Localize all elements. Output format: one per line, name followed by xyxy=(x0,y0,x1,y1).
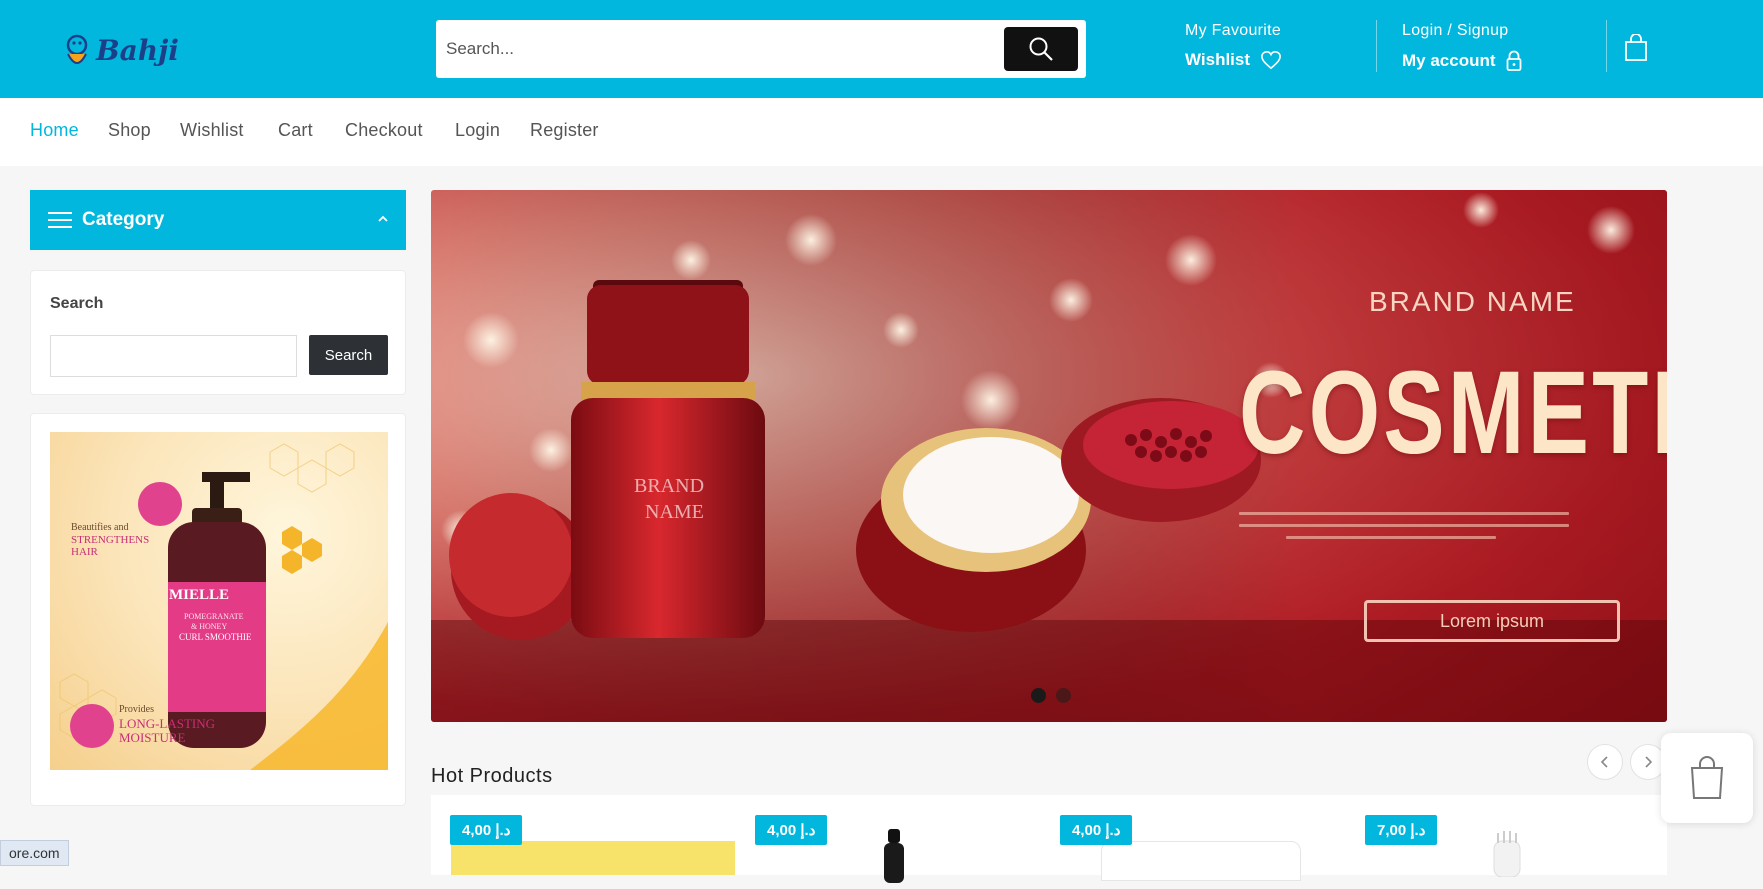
logo-text: Bahji xyxy=(96,33,179,67)
product-image xyxy=(1493,831,1521,877)
category-label: Category xyxy=(82,209,165,230)
nav-item-register[interactable]: Register xyxy=(530,120,599,141)
price-badge: 4,00 د.إ xyxy=(755,815,828,845)
account-link[interactable]: Login / Signup My account xyxy=(1402,22,1522,72)
bottle-label-line2: NAME xyxy=(645,501,704,523)
nav-item-home[interactable]: Home xyxy=(30,120,79,141)
chevron-up-icon xyxy=(378,215,388,222)
promo-provides: Provides xyxy=(119,704,154,715)
promo-line1: Beautifies and xyxy=(71,522,129,533)
lock-icon xyxy=(1506,50,1521,71)
slider-dot-2[interactable] xyxy=(1056,688,1071,703)
my-account-label: My account xyxy=(1402,51,1496,70)
promo-bottom2: MOISTURE xyxy=(119,730,186,745)
promo-product-line2: & HONEY xyxy=(191,622,228,631)
product-image xyxy=(451,841,735,875)
main-nav: Home Shop Wishlist Cart Checkout Login R… xyxy=(0,98,1763,166)
chevron-left-icon xyxy=(1600,756,1608,768)
favourite-label: My Favourite xyxy=(1185,22,1282,39)
hot-products-row: 4,00 د.إ 4,00 د.إ 4,00 د.إ 7,00 د.إ xyxy=(431,795,1667,883)
menu-icon xyxy=(48,212,72,228)
header-divider xyxy=(1376,20,1377,72)
slider-dot-1[interactable] xyxy=(1031,688,1046,703)
shopping-bag-icon xyxy=(1690,756,1724,799)
nav-item-login[interactable]: Login xyxy=(455,120,500,141)
nav-item-checkout[interactable]: Checkout xyxy=(345,120,423,141)
site-logo[interactable]: Bahji xyxy=(62,30,179,70)
product-image xyxy=(884,829,904,883)
product-image xyxy=(1101,841,1301,881)
price-badge: 7,00 د.إ xyxy=(1365,815,1438,845)
sidebar-search-widget: Search Search xyxy=(30,270,406,395)
category-toggle[interactable]: Category xyxy=(30,190,406,250)
promo-line2: STRENGTHENS xyxy=(71,534,150,546)
status-bar-url: ore.com xyxy=(0,840,69,866)
nav-item-shop[interactable]: Shop xyxy=(108,120,151,141)
sidebar-search-title: Search xyxy=(50,295,104,312)
promo-product-line3: CURL SMOOTHIE xyxy=(179,632,252,642)
hero-cta-button[interactable]: Lorem ipsum xyxy=(1364,600,1620,642)
bottle-label-line1: BRAND xyxy=(634,475,705,497)
logo-mascot-icon xyxy=(66,34,88,64)
promo-product-line1: POMEGRANATE xyxy=(184,612,244,621)
heart-icon xyxy=(1261,50,1281,70)
chevron-right-icon xyxy=(1645,756,1653,768)
hero-brand-text: BRAND NAME xyxy=(1369,286,1576,317)
header-search-input[interactable] xyxy=(446,28,1006,70)
sidebar-search-input[interactable] xyxy=(50,335,297,377)
header-cart-button[interactable] xyxy=(1624,33,1648,66)
promo-line3: HAIR xyxy=(71,546,98,558)
promo-brand: MIELLE xyxy=(169,587,230,603)
wishlist-link[interactable]: My Favourite Wishlist xyxy=(1185,22,1282,70)
hot-products-title: Hot Products xyxy=(431,765,553,787)
floating-cart-button[interactable] xyxy=(1661,733,1753,823)
sidebar-promo-widget: Beautifies and STRENGTHENS HAIR MIELLE P… xyxy=(30,413,406,806)
login-signup-label: Login / Signup xyxy=(1402,22,1509,39)
price-badge: 4,00 د.إ xyxy=(450,815,523,845)
header-search xyxy=(436,20,1086,78)
header-divider xyxy=(1606,20,1607,72)
nav-item-cart[interactable]: Cart xyxy=(278,120,313,141)
shopping-bag-icon xyxy=(1625,33,1647,61)
header-search-button[interactable] xyxy=(1004,27,1078,71)
slider-dots xyxy=(1031,688,1071,703)
nav-item-wishlist[interactable]: Wishlist xyxy=(180,120,244,141)
sidebar-search-button[interactable]: Search xyxy=(309,335,388,375)
hero-title: COSMETI xyxy=(1239,347,1667,479)
price-badge: 4,00 د.إ xyxy=(1060,815,1133,845)
hot-products-prev-button[interactable] xyxy=(1587,744,1623,780)
header-bar: Bahji My Favourite Wishlist Login / Sign… xyxy=(0,0,1763,98)
search-icon xyxy=(1029,37,1053,61)
hero-slider[interactable]: BRAND NAME COSMETI BRAND NAME Lorem ipsu… xyxy=(431,190,1667,722)
wishlist-label: Wishlist xyxy=(1185,50,1251,69)
